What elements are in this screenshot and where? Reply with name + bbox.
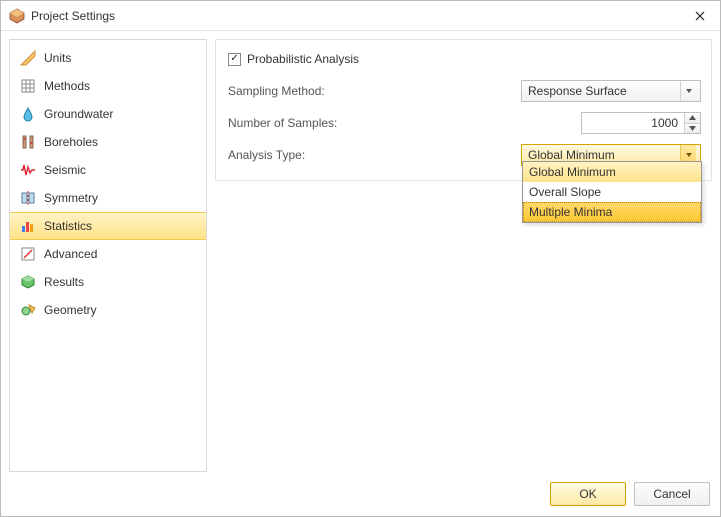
sidebar-item-units[interactable]: Units bbox=[10, 44, 206, 72]
probabilistic-label: Probabilistic Analysis bbox=[247, 52, 359, 66]
close-button[interactable] bbox=[680, 1, 720, 31]
analysis-type-label: Analysis Type: bbox=[228, 148, 448, 162]
sidebar-item-symmetry[interactable]: Symmetry bbox=[10, 184, 206, 212]
ok-label: OK bbox=[579, 487, 596, 501]
spinner-up-button[interactable] bbox=[685, 113, 700, 123]
sidebar-item-groundwater[interactable]: Groundwater bbox=[10, 100, 206, 128]
dropdown-option-label: Multiple Minima bbox=[529, 205, 612, 219]
seismic-icon bbox=[20, 162, 36, 178]
water-drop-icon bbox=[20, 106, 36, 122]
dropdown-option-label: Overall Slope bbox=[529, 185, 601, 199]
sidebar-item-advanced[interactable]: Advanced bbox=[10, 240, 206, 268]
window-title: Project Settings bbox=[31, 9, 115, 23]
bar-chart-icon bbox=[20, 218, 36, 234]
sidebar-item-label: Geometry bbox=[44, 303, 97, 317]
sidebar-item-seismic[interactable]: Seismic bbox=[10, 156, 206, 184]
probabilistic-group: ✓ Probabilistic Analysis Sampling Method… bbox=[215, 39, 712, 181]
dropdown-option[interactable]: Overall Slope bbox=[523, 182, 701, 202]
advanced-icon bbox=[20, 246, 36, 262]
sidebar-item-label: Boreholes bbox=[44, 135, 98, 149]
sampling-method-combo[interactable]: Response Surface bbox=[521, 80, 701, 102]
cube-icon bbox=[20, 274, 36, 290]
chevron-down-icon bbox=[680, 81, 696, 101]
sidebar-item-boreholes[interactable]: Boreholes bbox=[10, 128, 206, 156]
sidebar-item-results[interactable]: Results bbox=[10, 268, 206, 296]
sidebar-item-methods[interactable]: Methods bbox=[10, 72, 206, 100]
project-settings-dialog: Project Settings Units Methods bbox=[0, 0, 721, 517]
dropdown-option[interactable]: Multiple Minima bbox=[523, 202, 701, 222]
sidebar-item-label: Statistics bbox=[44, 219, 92, 233]
app-icon bbox=[9, 8, 25, 24]
check-icon: ✓ bbox=[230, 54, 238, 64]
spinner-down-button[interactable] bbox=[685, 123, 700, 134]
ok-button[interactable]: OK bbox=[550, 482, 626, 506]
sidebar-item-label: Groundwater bbox=[44, 107, 113, 121]
content-panel: ✓ Probabilistic Analysis Sampling Method… bbox=[215, 39, 712, 472]
sidebar: Units Methods Groundwater Boreholes bbox=[9, 39, 207, 472]
sidebar-item-label: Methods bbox=[44, 79, 90, 93]
symmetry-icon bbox=[20, 190, 36, 206]
sidebar-item-label: Advanced bbox=[44, 247, 97, 261]
sampling-method-label: Sampling Method: bbox=[228, 84, 448, 98]
cancel-button[interactable]: Cancel bbox=[634, 482, 710, 506]
sidebar-item-label: Units bbox=[44, 51, 71, 65]
sidebar-item-label: Seismic bbox=[44, 163, 86, 177]
analysis-type-value: Global Minimum bbox=[528, 148, 680, 162]
probabilistic-checkbox[interactable]: ✓ bbox=[228, 53, 241, 66]
sidebar-item-statistics[interactable]: Statistics bbox=[10, 212, 206, 240]
sidebar-item-label: Symmetry bbox=[44, 191, 98, 205]
num-samples-spinner[interactable]: 1000 bbox=[581, 112, 701, 134]
close-icon bbox=[695, 8, 705, 24]
num-samples-value: 1000 bbox=[582, 113, 684, 133]
sidebar-item-label: Results bbox=[44, 275, 84, 289]
geometry-icon bbox=[20, 302, 36, 318]
sidebar-item-geometry[interactable]: Geometry bbox=[10, 296, 206, 324]
cancel-label: Cancel bbox=[653, 487, 690, 501]
grid-icon bbox=[20, 78, 36, 94]
dropdown-option-label: Global Minimum bbox=[529, 165, 616, 179]
num-samples-label: Number of Samples: bbox=[228, 116, 448, 130]
titlebar: Project Settings bbox=[1, 1, 720, 31]
ruler-icon bbox=[20, 50, 36, 66]
dialog-footer: OK Cancel bbox=[1, 472, 720, 516]
sampling-method-value: Response Surface bbox=[528, 84, 680, 98]
boreholes-icon bbox=[20, 134, 36, 150]
analysis-type-dropdown[interactable]: Global Minimum Overall Slope Multiple Mi… bbox=[522, 161, 702, 223]
dropdown-option[interactable]: Global Minimum bbox=[523, 162, 701, 182]
